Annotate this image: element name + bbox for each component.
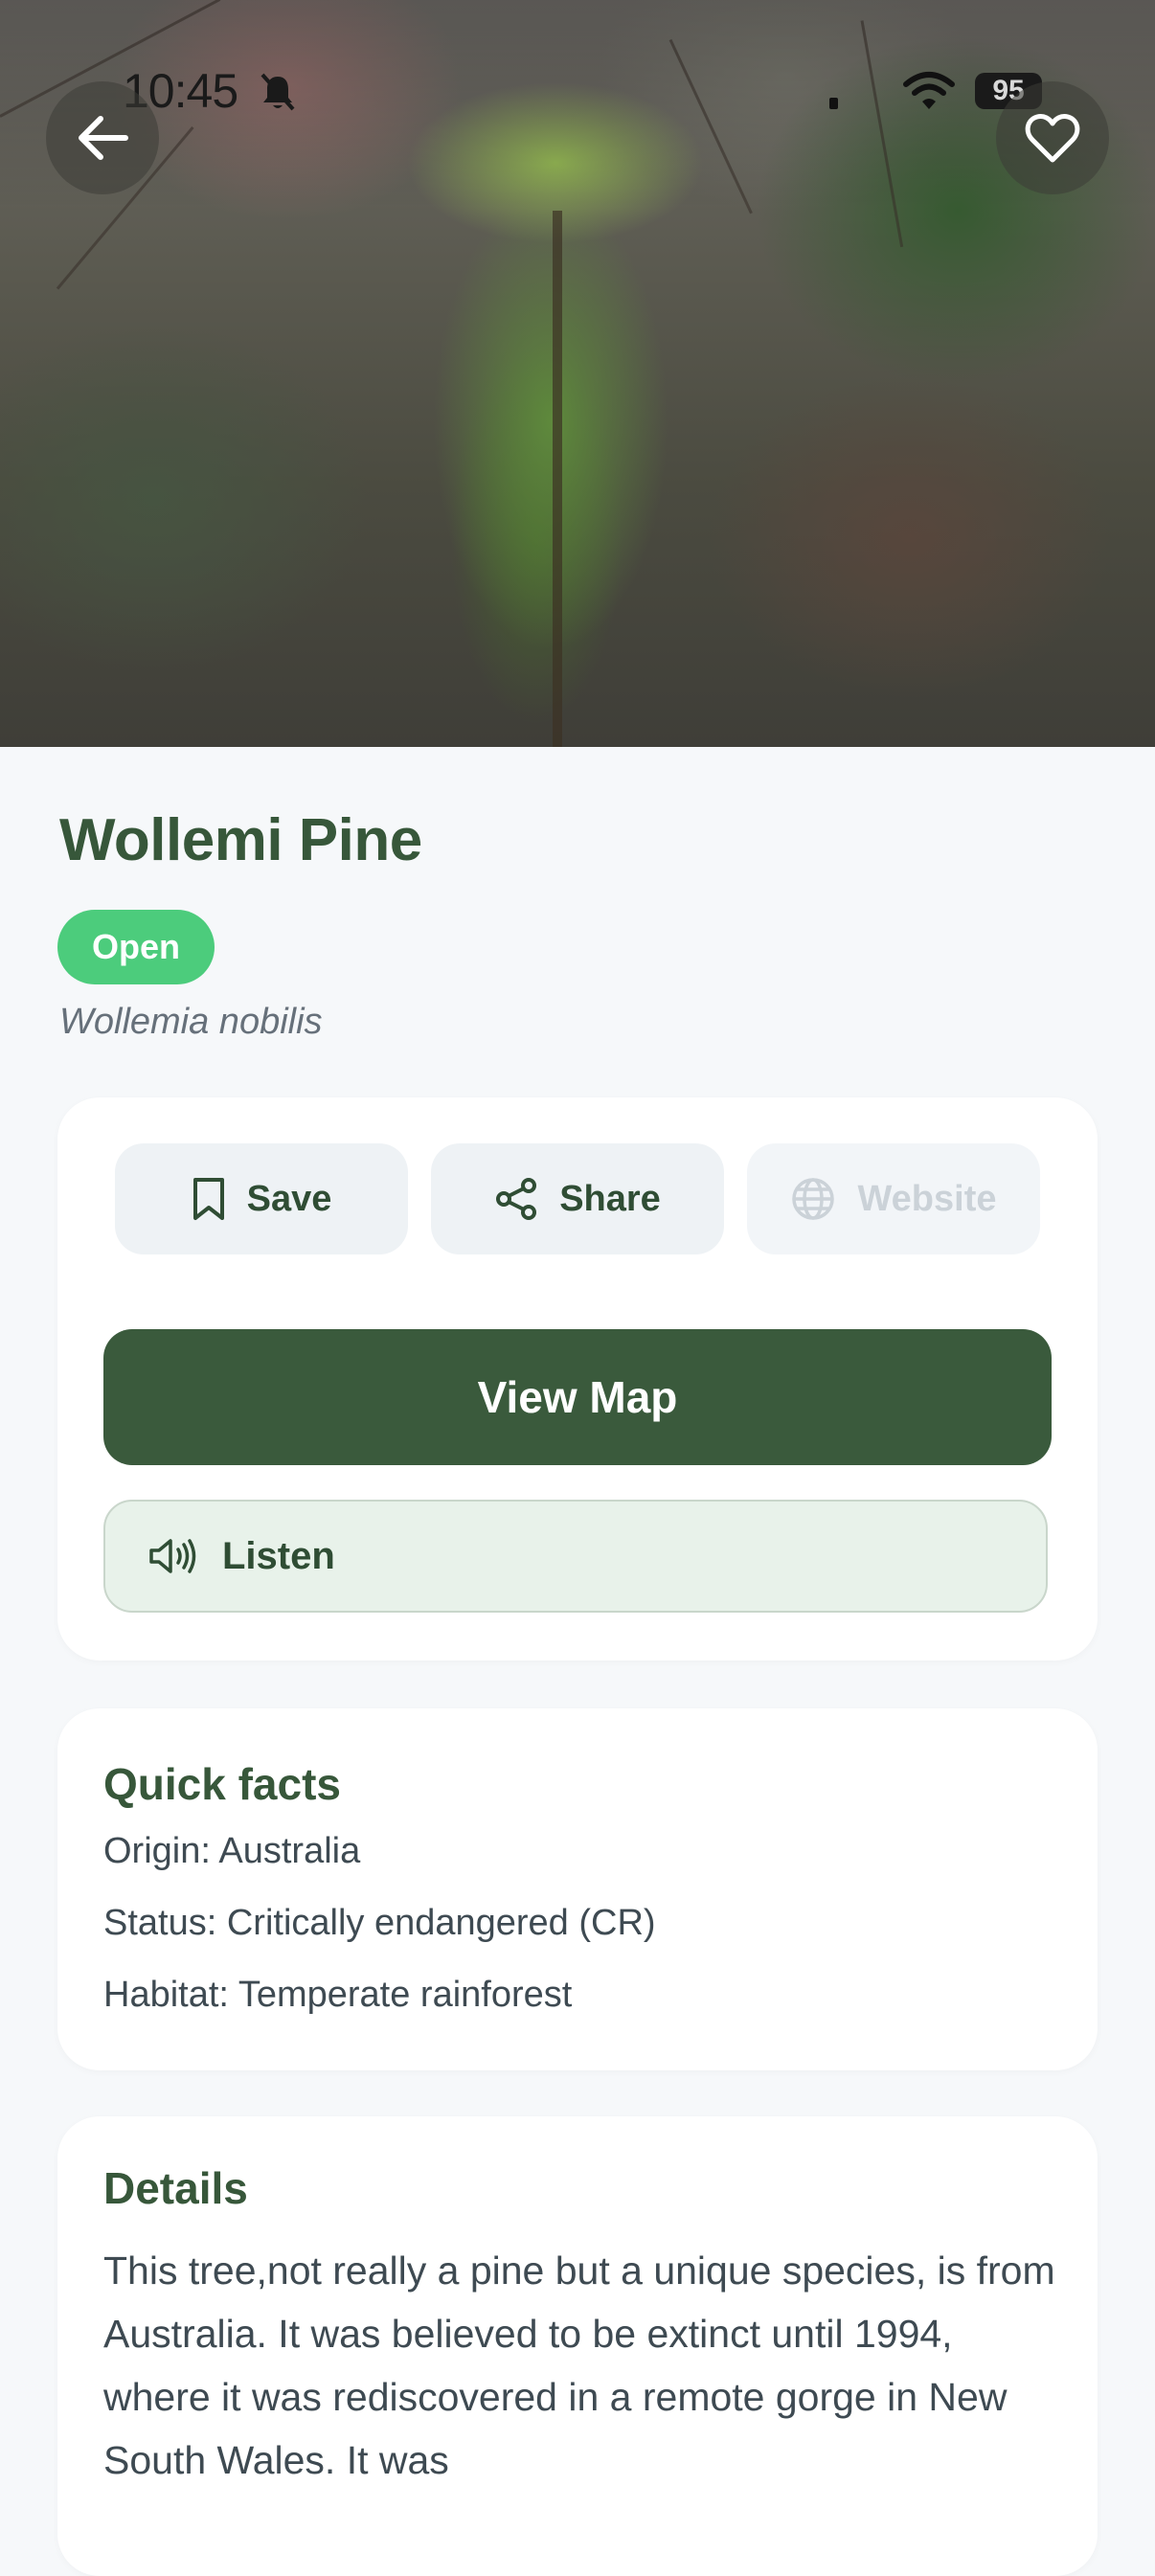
bell-slash-icon [260, 73, 295, 111]
page-title: Wollemi Pine [59, 807, 422, 873]
fact-habitat: Habitat: Temperate rainforest [103, 1975, 573, 2015]
details-title: Details [103, 2163, 248, 2213]
listen-button[interactable]: Listen [103, 1500, 1048, 1613]
fact-status: Status: Critically endangered (CR) [103, 1903, 656, 1943]
quick-facts-card: Quick facts Origin: Australia Status: Cr… [57, 1708, 1098, 2070]
status-badge: Open [57, 910, 215, 984]
wifi-icon [903, 72, 955, 109]
share-label: Share [559, 1178, 661, 1219]
back-button[interactable] [46, 81, 159, 194]
share-button[interactable]: Share [431, 1143, 724, 1254]
save-label: Save [246, 1178, 332, 1219]
fact-origin: Origin: Australia [103, 1831, 361, 1871]
share-icon [496, 1178, 537, 1220]
bookmark-icon [192, 1178, 224, 1220]
globe-icon [792, 1178, 835, 1220]
quick-facts-title: Quick facts [103, 1759, 341, 1809]
listen-label: Listen [222, 1534, 335, 1577]
speaker-icon [149, 1539, 196, 1573]
save-button[interactable]: Save [115, 1143, 408, 1254]
website-button[interactable]: Website [747, 1143, 1040, 1254]
signal-dot-icon [829, 98, 838, 109]
website-label: Website [857, 1178, 997, 1219]
scientific-name: Wollemia nobilis [59, 1002, 323, 1042]
heart-icon [1025, 114, 1080, 163]
tree-trunk [553, 211, 562, 747]
hero-image: 10:45 95 [0, 0, 1155, 747]
favorite-button[interactable] [996, 81, 1109, 194]
details-text: This tree,not really a pine but a unique… [103, 2248, 1055, 2482]
details-card: Details This tree,not really a pine but … [57, 2116, 1098, 2576]
actions-card: Save Share Website View Map Listen [57, 1097, 1098, 1661]
arrow-left-icon [79, 116, 128, 160]
view-map-button[interactable]: View Map [103, 1329, 1052, 1465]
